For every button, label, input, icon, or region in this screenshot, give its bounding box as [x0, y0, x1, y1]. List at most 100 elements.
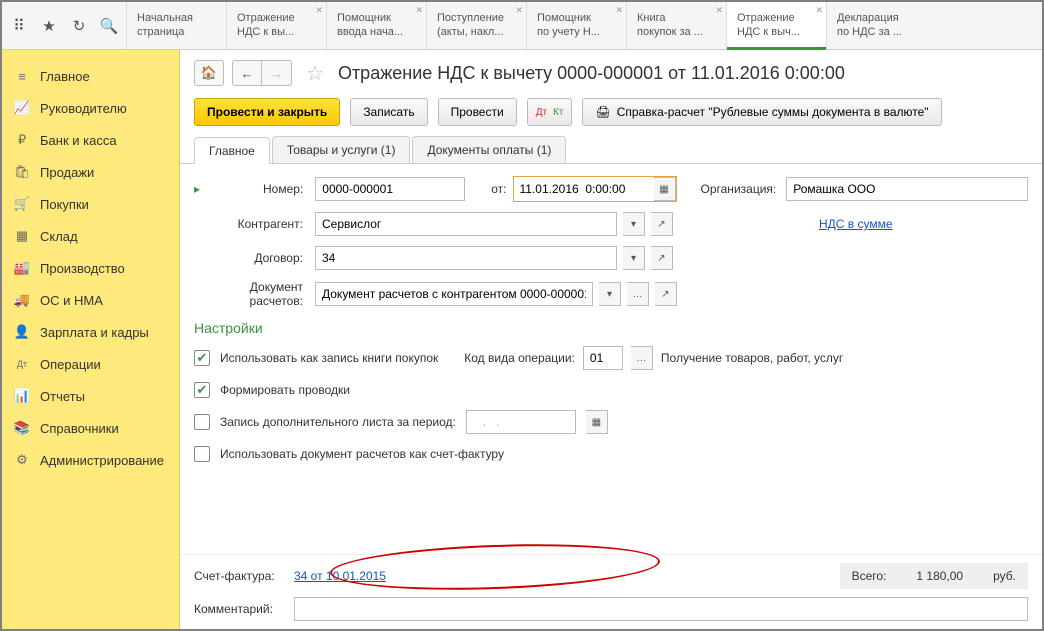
close-icon[interactable]: ✕: [715, 5, 723, 16]
number-input[interactable]: [315, 177, 465, 201]
factory-icon: 🏭: [14, 260, 30, 276]
search-icon[interactable]: 🔍: [98, 15, 120, 37]
tab-vat-declaration[interactable]: Декларацияпо НДС за ...: [826, 2, 926, 49]
boxes-icon: ▦: [14, 228, 30, 244]
tab-vat-deduct-active[interactable]: ОтражениеНДС к выч...✕: [726, 2, 826, 49]
calendar-icon[interactable]: ▦: [654, 177, 676, 201]
history-icon[interactable]: ↻: [68, 15, 90, 37]
chk-use-calc-as-invoice[interactable]: [194, 446, 210, 462]
dtkt-icon: Дт: [14, 356, 30, 372]
ctab-goods[interactable]: Товары и услуги (1): [272, 136, 411, 163]
top-tabs-bar: ⠿ ★ ↻ 🔍 Начальнаястраница ОтражениеНДС к…: [2, 2, 1042, 50]
page-title: Отражение НДС к вычету 0000-000001 от 11…: [338, 63, 845, 84]
tab-vat-helper[interactable]: Помощникпо учету Н...✕: [526, 2, 626, 49]
cart-icon: 🛒: [14, 196, 30, 212]
contract-input[interactable]: [315, 246, 617, 270]
counterparty-label: Контрагент:: [194, 217, 309, 231]
open-icon[interactable]: ↗: [651, 212, 673, 236]
home-button[interactable]: 🏠: [194, 60, 224, 86]
star-icon[interactable]: ★: [38, 15, 60, 37]
close-icon[interactable]: ✕: [415, 5, 423, 16]
sidebar-item-label: Операции: [40, 357, 101, 372]
tab-vat-deduct-1[interactable]: ОтражениеНДС к вы...✕: [226, 2, 326, 49]
op-code-label: Код вида операции:: [464, 351, 575, 365]
vat-mode-link[interactable]: НДС в сумме: [819, 217, 893, 231]
tab-input-helper[interactable]: Помощникввода нача...✕: [326, 2, 426, 49]
sidebar-item-warehouse[interactable]: ▦ Склад: [2, 220, 179, 252]
ellipsis-icon[interactable]: …: [631, 346, 653, 370]
settings-heading: Настройки: [194, 320, 1028, 336]
sidebar-item-salary[interactable]: 👤 Зарплата и кадры: [2, 316, 179, 348]
post-and-close-button[interactable]: Провести и закрыть: [194, 98, 340, 126]
total-currency: руб.: [993, 569, 1016, 583]
close-icon[interactable]: ✕: [815, 5, 823, 16]
sidebar-item-label: Покупки: [40, 197, 89, 212]
sidebar-item-manager[interactable]: 📈Руководителю: [2, 92, 179, 124]
ctab-payments[interactable]: Документы оплаты (1): [412, 136, 566, 163]
menu-icon: ≡: [14, 68, 30, 84]
invoice-link[interactable]: 34 от 10.01.2015: [294, 569, 386, 583]
sidebar-item-purchases[interactable]: 🛒 Покупки: [2, 188, 179, 220]
close-icon[interactable]: ✕: [515, 5, 523, 16]
total-value: 1 180,00: [916, 569, 963, 583]
apps-grid-icon[interactable]: ⠿: [8, 15, 30, 37]
chart-icon: 📈: [14, 100, 30, 116]
comment-input[interactable]: [294, 597, 1028, 621]
sidebar-item-assets[interactable]: 🚚 ОС и НМА: [2, 284, 179, 316]
chk-purchase-book[interactable]: ✔: [194, 350, 210, 366]
close-icon[interactable]: ✕: [615, 5, 623, 16]
bag-icon: 🛍: [14, 164, 30, 180]
forward-button[interactable]: →: [262, 60, 292, 86]
tab-purchase-book[interactable]: Книгапокупок за ...✕: [626, 2, 726, 49]
date-input[interactable]: [514, 177, 654, 201]
dropdown-icon[interactable]: ▾: [623, 246, 645, 270]
dropdown-icon[interactable]: ▾: [623, 212, 645, 236]
sidebar-item-main[interactable]: ≡Главное: [2, 60, 179, 92]
sidebar-item-reports[interactable]: 📊Отчеты: [2, 380, 179, 412]
dtkt-movements-button[interactable]: ДтКт: [527, 98, 573, 126]
calc-doc-label: Документ расчетов:: [194, 280, 309, 308]
open-icon[interactable]: ↗: [651, 246, 673, 270]
open-icon[interactable]: ↗: [655, 282, 677, 306]
calendar-icon[interactable]: ▦: [586, 410, 608, 434]
calc-doc-input[interactable]: [315, 282, 593, 306]
sidebar-item-bank[interactable]: ₽ Банк и касса: [2, 124, 179, 156]
report-button[interactable]: 🖨Справка-расчет "Рублевые суммы документ…: [582, 98, 941, 126]
dropdown-icon[interactable]: ▾: [599, 282, 621, 306]
tab-start-page[interactable]: Начальнаястраница: [126, 2, 226, 49]
save-button[interactable]: Записать: [350, 98, 427, 126]
ctab-main[interactable]: Главное: [194, 137, 270, 164]
back-button[interactable]: ←: [232, 60, 262, 86]
contract-label: Договор:: [194, 251, 309, 265]
truck-icon: 🚚: [14, 292, 30, 308]
books-icon: 📚: [14, 420, 30, 436]
close-icon[interactable]: ✕: [315, 5, 323, 16]
gear-icon: ⚙: [14, 452, 30, 468]
sidebar-item-operations[interactable]: Дт Операции: [2, 348, 179, 380]
total-label: Всего:: [852, 569, 887, 583]
favorite-star-icon[interactable]: ☆: [306, 61, 324, 86]
chk-additional-sheet[interactable]: [194, 414, 210, 430]
org-input[interactable]: [786, 177, 1028, 201]
ellipsis-icon[interactable]: …: [627, 282, 649, 306]
op-code-input[interactable]: [583, 346, 623, 370]
chk-form-postings[interactable]: ✔: [194, 382, 210, 398]
sidebar-item-production[interactable]: 🏭Производство: [2, 252, 179, 284]
person-icon: 👤: [14, 324, 30, 340]
post-button[interactable]: Провести: [438, 98, 517, 126]
sidebar-item-label: Склад: [40, 229, 78, 244]
counterparty-input[interactable]: [315, 212, 617, 236]
invoice-label: Счет-фактура:: [194, 569, 294, 583]
chk-use-calc-as-invoice-label: Использовать документ расчетов как счет-…: [220, 447, 504, 461]
sidebar-item-catalogs[interactable]: 📚Справочники: [2, 412, 179, 444]
ruble-icon: ₽: [14, 132, 30, 148]
tab-receipt[interactable]: Поступление(акты, накл...✕: [426, 2, 526, 49]
sidebar-item-label: ОС и НМА: [40, 293, 103, 308]
sidebar-item-label: Банк и касса: [40, 133, 117, 148]
sidebar-item-label: Продажи: [40, 165, 94, 180]
sidebar-item-label: Зарплата и кадры: [40, 325, 149, 340]
sidebar-item-sales[interactable]: 🛍 Продажи: [2, 156, 179, 188]
period-input[interactable]: [466, 410, 576, 434]
sidebar-item-admin[interactable]: ⚙Администрирование: [2, 444, 179, 476]
from-label: от:: [491, 182, 506, 196]
